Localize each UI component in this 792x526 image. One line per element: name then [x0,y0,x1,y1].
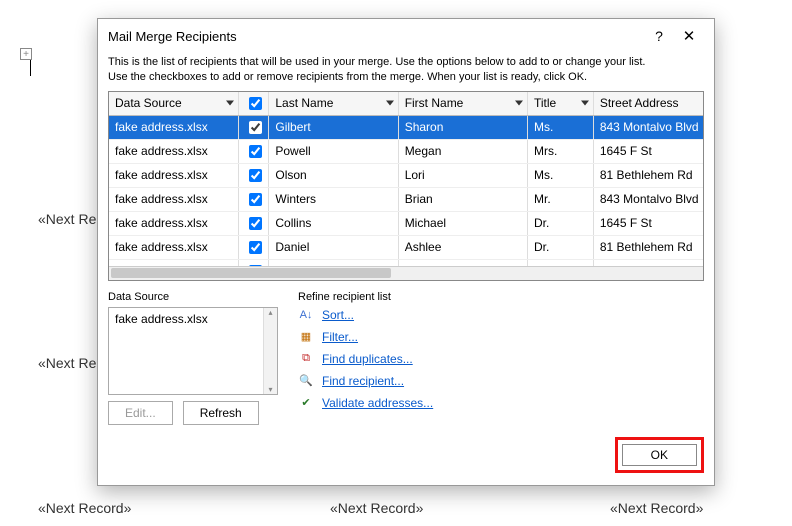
horizontal-scrollbar[interactable] [109,266,703,280]
dialog-titlebar: Mail Merge Recipients ? ✕ [98,19,714,53]
find-recipient-link[interactable]: Find recipient... [322,374,404,388]
cell-title: Ms. [528,163,594,187]
recipient-checkbox[interactable] [249,169,262,182]
cell-street-address: 81 Bethlehem Rd [593,235,704,259]
col-header-last-name[interactable]: Last Name [269,92,398,116]
table-row[interactable]: fake address.xlsx OlsonLoriMs.81 Bethlehe… [109,163,704,187]
col-header-title[interactable]: Title [528,92,594,116]
cell-first-name: Michael [398,211,527,235]
cell-last-name: Gilbert [269,115,398,139]
cell-checkbox[interactable] [238,235,269,259]
cell-checkbox[interactable] [238,115,269,139]
dropdown-arrow-icon [226,101,234,106]
data-source-item[interactable]: fake address.xlsx [115,312,271,326]
col-header-street-address[interactable]: Street Address [593,92,704,116]
table-row[interactable]: fake address.xlsx CollinsMichaelDr.1645 F… [109,211,704,235]
cell-data-source: fake address.xlsx [109,163,238,187]
data-source-label: Data Source [108,291,278,303]
cell-data-source: fake address.xlsx [109,235,238,259]
cell-checkbox[interactable] [238,211,269,235]
cell-title: Ms. [528,115,594,139]
table-row[interactable]: fake address.xlsx PowellMeganMrs.1645 F S… [109,139,704,163]
recipient-checkbox[interactable] [249,145,262,158]
table-row[interactable]: fake address.xlsx GilbertSharonMs.843 Mon… [109,115,704,139]
ok-button-highlight: OK [615,437,704,473]
cell-checkbox[interactable] [238,163,269,187]
sort-icon: A↓ [298,307,314,323]
cell-last-name: Collins [269,211,398,235]
ok-button[interactable]: OK [622,444,697,466]
cell-first-name: Brian [398,187,527,211]
cell-street-address: 1645 F St [593,139,704,163]
recipient-checkbox[interactable] [249,217,262,230]
close-button[interactable]: ✕ [674,27,704,45]
data-source-listbox[interactable]: fake address.xlsx ▴▾ [108,307,278,395]
filter-link[interactable]: Filter... [322,330,358,344]
scrollbar-thumb[interactable] [111,268,391,278]
cell-first-name: Megan [398,139,527,163]
cell-checkbox[interactable] [238,187,269,211]
find-duplicates-link[interactable]: Find duplicates... [322,352,413,366]
cell-street-address: 81 Bethlehem Rd [593,163,704,187]
merge-field: «Next Record» [610,500,703,516]
recipient-checkbox[interactable] [249,241,262,254]
cell-first-name: Ashlee [398,235,527,259]
col-header-checkbox[interactable] [238,92,269,116]
merge-field: «Next Record» [38,500,131,516]
help-button[interactable]: ? [644,28,674,44]
dialog-title: Mail Merge Recipients [108,29,644,44]
cell-checkbox[interactable] [238,139,269,163]
dropdown-arrow-icon [515,101,523,106]
merge-field: «Next Record» [330,500,423,516]
recipient-checkbox[interactable] [249,121,262,134]
refine-list-label: Refine recipient list [298,291,433,303]
col-header-first-name[interactable]: First Name [398,92,527,116]
cell-first-name: Sharon [398,115,527,139]
cell-street-address: 843 Montalvo Blvd [593,115,704,139]
refresh-button[interactable]: Refresh [183,401,259,425]
cell-last-name: Powell [269,139,398,163]
validate-addresses-link[interactable]: Validate addresses... [322,396,433,410]
cell-data-source: fake address.xlsx [109,115,238,139]
dropdown-arrow-icon [581,101,589,106]
select-all-checkbox[interactable] [249,97,262,110]
edit-button[interactable]: Edit... [108,401,173,425]
sort-link[interactable]: Sort... [322,308,354,322]
anchor-icon: + [20,48,32,60]
text-cursor [30,60,31,76]
duplicates-icon: ⧉ [298,351,314,367]
cell-title: Dr. [528,235,594,259]
cell-data-source: fake address.xlsx [109,139,238,163]
cell-title: Mr. [528,187,594,211]
listbox-scrollbar[interactable]: ▴▾ [263,308,277,394]
find-recipient-icon: 🔍 [298,373,314,389]
filter-icon: ▦ [298,329,314,345]
cell-street-address: 843 Montalvo Blvd [593,187,704,211]
table-row[interactable]: fake address.xlsx WintersBrianMr.843 Mont… [109,187,704,211]
cell-last-name: Winters [269,187,398,211]
cell-title: Dr. [528,211,594,235]
cell-first-name: Lori [398,163,527,187]
cell-street-address: 1645 F St [593,211,704,235]
validate-icon: ✔ [298,395,314,411]
cell-last-name: Daniel [269,235,398,259]
mail-merge-recipients-dialog: Mail Merge Recipients ? ✕ This is the li… [97,18,715,486]
cell-title: Mrs. [528,139,594,163]
cell-data-source: fake address.xlsx [109,187,238,211]
table-row[interactable]: fake address.xlsx DanielAshleeDr.81 Bethl… [109,235,704,259]
dropdown-arrow-icon [386,101,394,106]
col-header-data-source[interactable]: Data Source [109,92,238,116]
recipients-grid[interactable]: Data Source Last Name First Name Title S… [108,91,704,281]
dialog-instructions: This is the list of recipients that will… [108,55,704,85]
cell-data-source: fake address.xlsx [109,211,238,235]
cell-last-name: Olson [269,163,398,187]
grid-header-row: Data Source Last Name First Name Title S… [109,92,704,116]
recipient-checkbox[interactable] [249,193,262,206]
